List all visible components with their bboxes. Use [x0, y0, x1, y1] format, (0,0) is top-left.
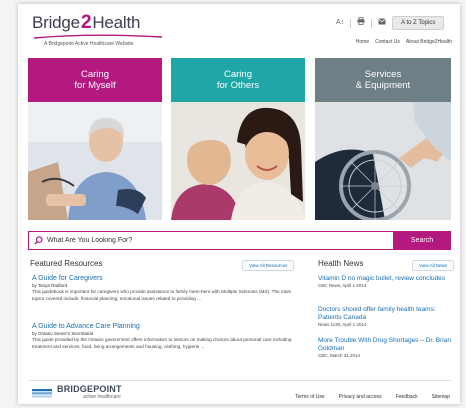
view-all-news-button[interactable]: View All News [412, 260, 455, 271]
logo-right: Health [92, 13, 141, 32]
tile-services-equipment[interactable]: Services & Equipment [315, 58, 451, 220]
email-icon[interactable] [378, 18, 386, 29]
featured-resources-title: Featured Resources [30, 259, 103, 268]
top-link-contact[interactable]: Contact Us [375, 39, 400, 45]
atoz-topics-button[interactable]: A to Z Topics [392, 16, 445, 30]
resource-item: A Guide for Caregivers by Tanya Radford … [32, 274, 304, 302]
view-all-resources-button[interactable]: View All Resources [242, 260, 295, 271]
health-news-title: Health News [318, 259, 364, 268]
tile-heading: Caring for Myself [28, 58, 162, 102]
resource-item: A Guide to Advance Care Planning by Onta… [32, 322, 304, 350]
tile-line1: Services [364, 69, 402, 80]
top-link-home[interactable]: Home [356, 39, 369, 45]
news-item: Doctors should offer family health teams… [318, 306, 456, 328]
mother-daughter-photo [171, 102, 305, 220]
resource-description: This guidebook is important for caregive… [32, 289, 292, 301]
site-logo[interactable]: Bridge2Health [32, 12, 140, 34]
news-title-link[interactable]: More Trouble With Drug Shortages – Dr. B… [318, 337, 456, 353]
print-icon[interactable] [357, 17, 365, 29]
news-title-link[interactable]: Vitamin D no magic bullet, review conclu… [318, 275, 456, 283]
bridgepoint-logo-icon [32, 388, 52, 398]
logo-swoosh-icon [33, 34, 163, 39]
bridgepoint-logo[interactable]: BRIDGEPOINT active healthcare [32, 385, 122, 400]
search-bar: Search [28, 231, 451, 250]
tile-line2: & Equipment [355, 80, 411, 91]
page: Bridge2Health A Bridgepoint Active Healt… [18, 4, 460, 404]
footer-link-sitemap[interactable]: Sitemap [432, 394, 450, 400]
resource-title-link[interactable]: A Guide to Advance Care Planning [32, 322, 304, 331]
news-item: More Trouble With Drug Shortages – Dr. B… [318, 337, 456, 359]
news-source: CBC, March 31 2014 [318, 353, 361, 358]
search-button[interactable]: Search [393, 231, 451, 250]
tile-line1: Caring [224, 69, 252, 80]
tagline: A Bridgepoint Active Healthcare Website [44, 41, 134, 47]
divider [371, 18, 373, 28]
browser-frame: Bridge2Health A Bridgepoint Active Healt… [0, 0, 466, 408]
footer-divider [28, 380, 452, 381]
news-item: Vitamin D no magic bullet, review conclu… [318, 275, 456, 289]
tile-caring-for-myself[interactable]: Caring for Myself [28, 58, 162, 220]
divider [350, 18, 352, 28]
tile-caring-for-others[interactable]: Caring for Others [171, 58, 305, 220]
logo-number: 2 [80, 12, 92, 33]
resource-description: This guide provided by the Ontario gover… [32, 337, 292, 349]
footer-link-privacy[interactable]: Privacy and access [339, 394, 382, 400]
news-title-link[interactable]: Doctors should offer family health teams… [318, 306, 456, 322]
tile-line1: Caring [81, 69, 109, 80]
tile-heading: Services & Equipment [315, 58, 451, 102]
tile-line2: for Others [216, 80, 260, 91]
news-source: CBC News, April 1 2014 [318, 283, 367, 288]
search-input[interactable] [47, 237, 393, 244]
top-link-about[interactable]: About Bridge2Health [406, 39, 452, 45]
footer-links: Terms of Use Privacy and access Feedback… [295, 394, 450, 400]
wheelchair-photo [315, 102, 451, 220]
tile-line2: for Myself [74, 80, 116, 91]
news-source: News 1130, April 1 2014 [318, 322, 367, 327]
footer-link-feedback[interactable]: Feedback [396, 394, 418, 400]
text-size-icon[interactable]: A↕ [336, 18, 344, 28]
resource-title-link[interactable]: A Guide for Caregivers [32, 274, 304, 283]
senior-woman-photo [28, 102, 162, 220]
logo-left: Bridge [32, 13, 80, 32]
search-icon [29, 236, 47, 245]
top-links: Home Contact Us About Bridge2Health [356, 39, 452, 45]
tile-heading: Caring for Others [171, 58, 305, 102]
header-tools: A↕ A to Z Topics [336, 16, 445, 30]
footer-brand: BRIDGEPOINT [57, 384, 122, 394]
footer-link-terms[interactable]: Terms of Use [295, 394, 324, 400]
footer-brand-sub: active healthcare [83, 394, 121, 400]
